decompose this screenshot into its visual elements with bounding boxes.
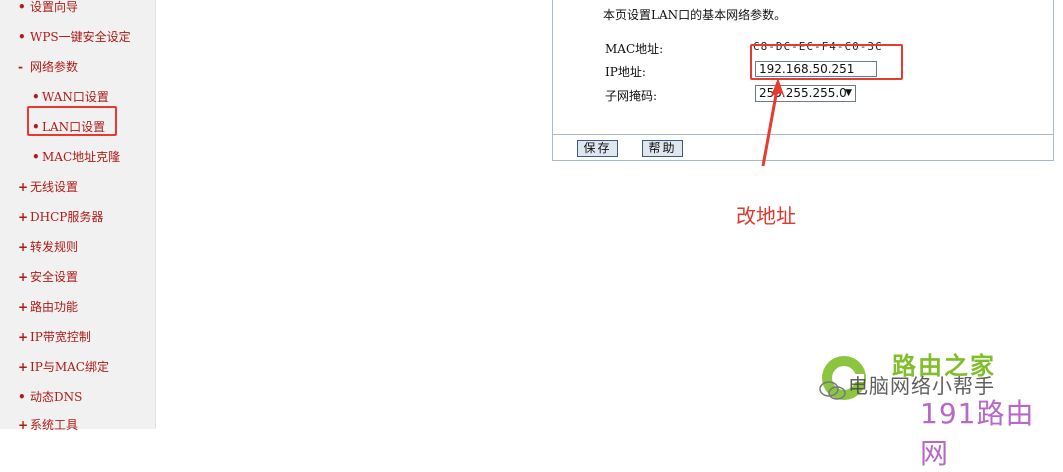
annotation-text: 改地址	[736, 204, 796, 228]
wechat-icon	[819, 381, 846, 400]
watermark-site: 191路由网	[920, 397, 1035, 470]
